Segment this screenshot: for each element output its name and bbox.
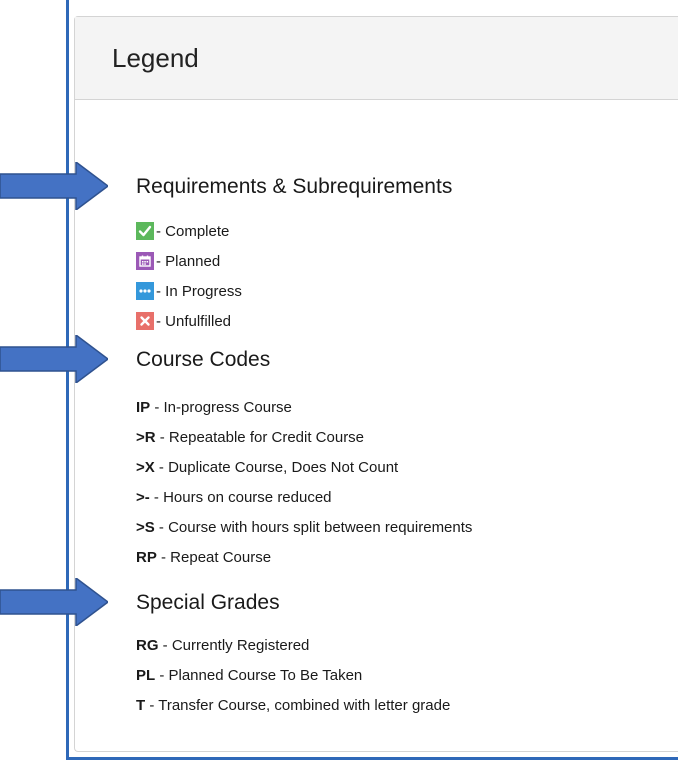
ellipsis-icon [136, 282, 154, 300]
code-description: - Repeatable for Credit Course [155, 428, 365, 446]
code-description: - Duplicate Course, Does Not Count [154, 458, 399, 476]
legend-item-label: - Complete [156, 222, 230, 240]
list-item: >X - Duplicate Course, Does Not Count [136, 456, 398, 478]
list-item: >R - Repeatable for Credit Course [136, 426, 364, 448]
code-label: >X [136, 458, 155, 476]
code-description: - Transfer Course, combined with letter … [145, 696, 451, 714]
legend-header: Legend [75, 17, 678, 100]
code-label: >S [136, 518, 155, 536]
code-label: >R [136, 428, 156, 446]
legend-item-complete: - Complete [136, 220, 229, 242]
code-label: >- [136, 488, 150, 506]
list-item: >- - Hours on course reduced [136, 486, 332, 508]
code-description: - Currently Registered [158, 636, 310, 654]
code-description: - Hours on course reduced [149, 488, 332, 506]
calendar-icon [136, 252, 154, 270]
code-label: T [136, 696, 146, 714]
code-description: - Course with hours split between requir… [154, 518, 473, 536]
list-item: PL - Planned Course To Be Taken [136, 664, 362, 686]
code-label: RG [136, 636, 159, 654]
list-item: RP - Repeat Course [136, 546, 271, 568]
code-description: - Repeat Course [156, 548, 272, 566]
section-title-requirements: Requirements & Subrequirements [136, 175, 453, 198]
arrow-right-icon [0, 335, 108, 383]
section-title-special-grades: Special Grades [136, 591, 280, 614]
list-item: RG - Currently Registered [136, 634, 309, 656]
arrow-right-icon [0, 162, 108, 210]
code-label: PL [136, 666, 156, 684]
list-item: IP - In-progress Course [136, 396, 292, 418]
list-item: >S - Course with hours split between req… [136, 516, 472, 538]
check-icon [136, 222, 154, 240]
legend-item-unfulfilled: - Unfulfilled [136, 310, 231, 332]
code-label: IP [136, 398, 151, 416]
code-description: - Planned Course To Be Taken [155, 666, 363, 684]
legend-item-in-progress: - In Progress [136, 280, 242, 302]
x-icon [136, 312, 154, 330]
legend-item-label: - In Progress [156, 282, 242, 300]
arrow-right-icon [0, 578, 108, 626]
legend-item-label: - Planned [156, 252, 221, 270]
section-title-course-codes: Course Codes [136, 348, 271, 371]
legend-item-planned: - Planned [136, 250, 220, 272]
code-label: RP [136, 548, 157, 566]
legend-item-label: - Unfulfilled [156, 312, 232, 330]
legend-title: Legend [112, 42, 199, 73]
list-item: T - Transfer Course, combined with lette… [136, 694, 450, 716]
code-description: - In-progress Course [150, 398, 292, 416]
